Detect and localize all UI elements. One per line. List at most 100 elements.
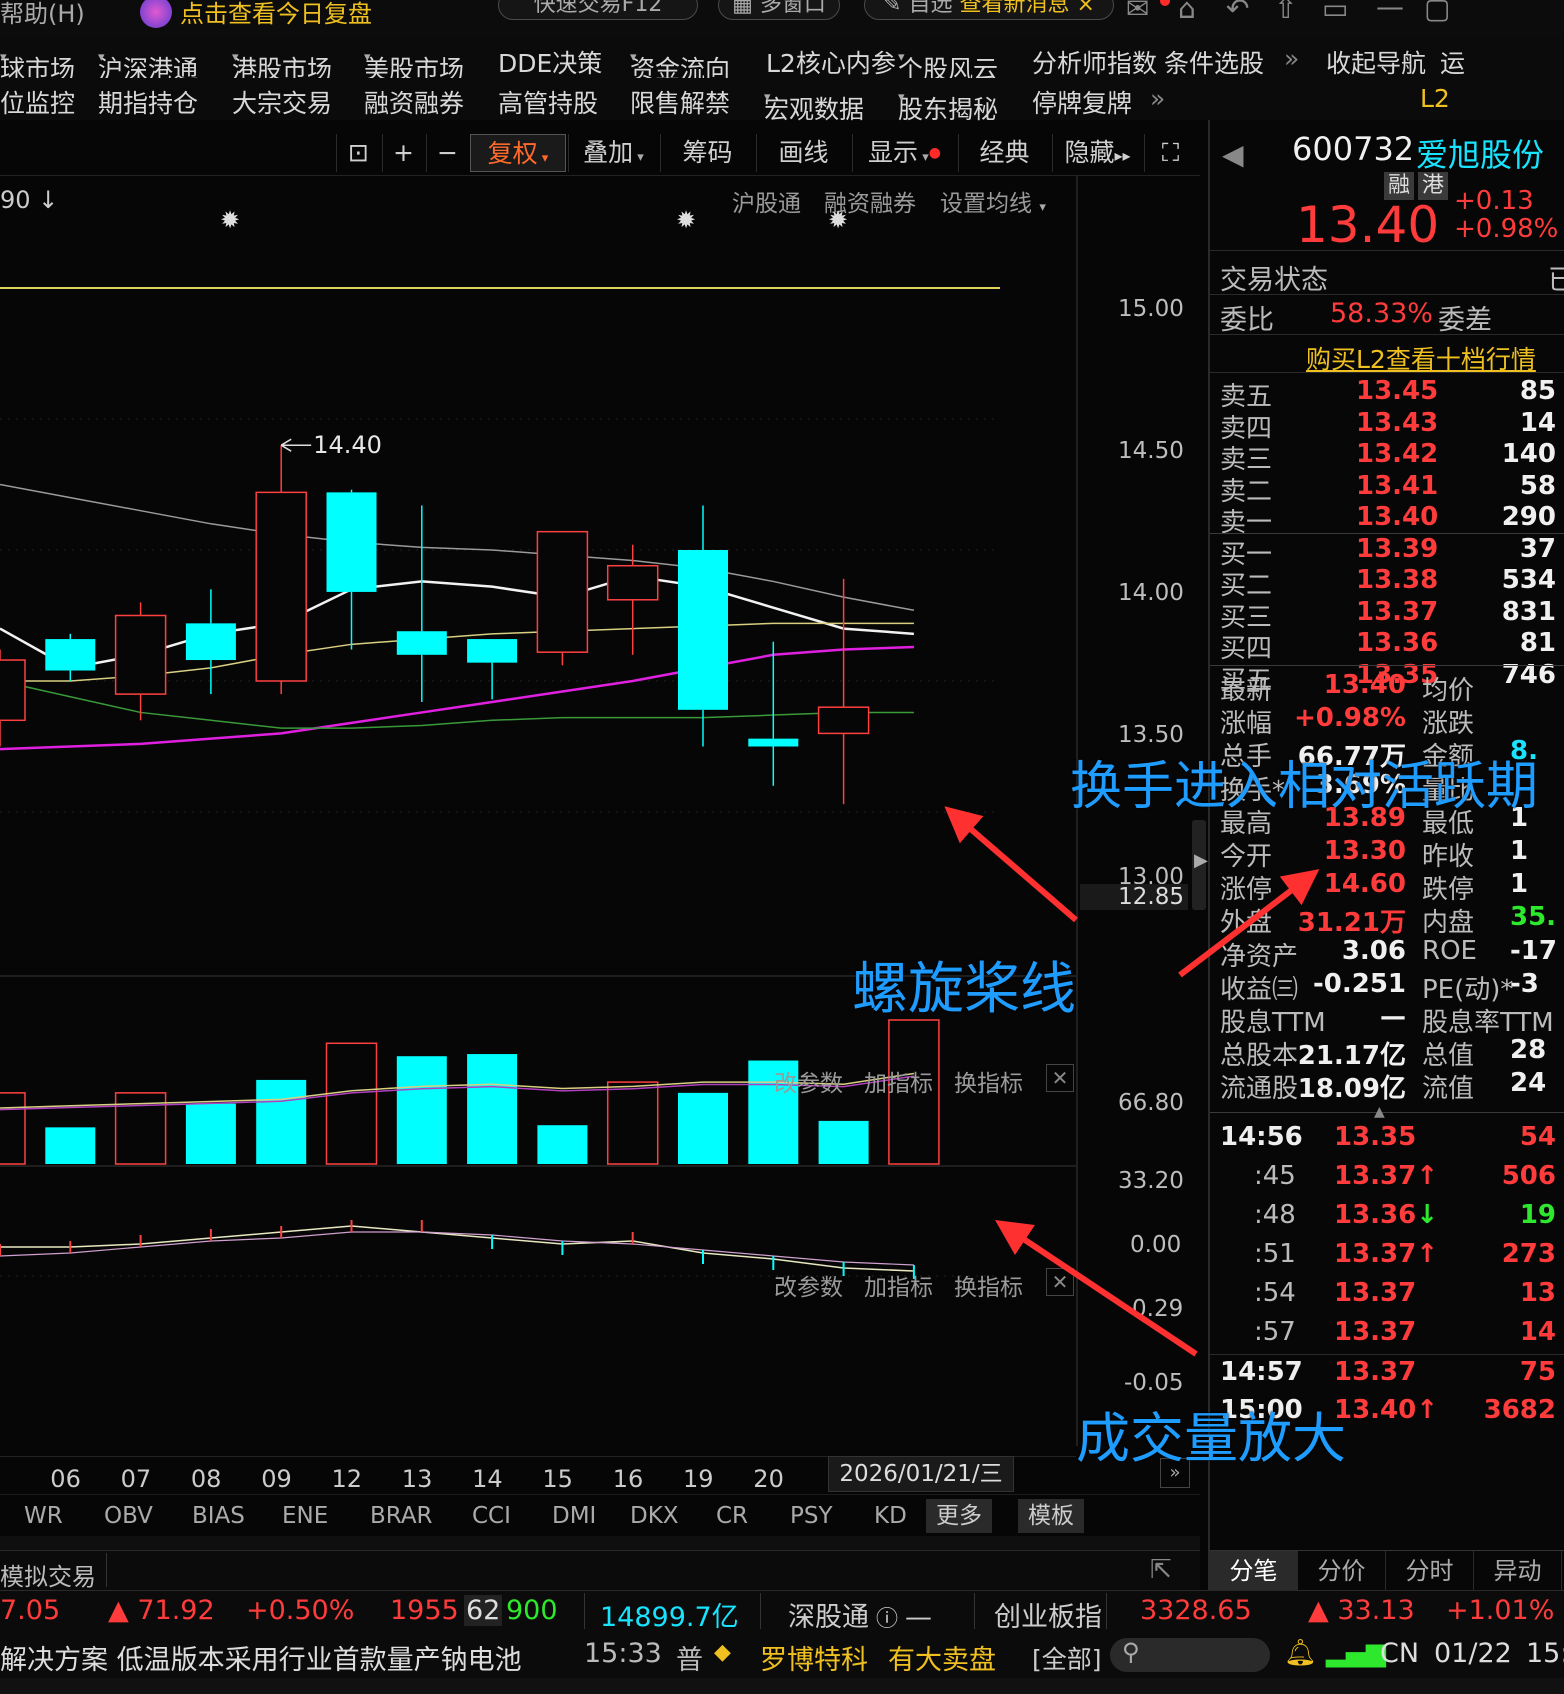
home-icon[interactable]: ⌂ [1178, 0, 1196, 25]
nav-item[interactable]: 条件选股 [1164, 44, 1264, 80]
indicator-tab[interactable]: OBV [104, 1503, 153, 1529]
nav-item[interactable]: L2 [1420, 84, 1450, 113]
vol-add-indicator[interactable]: 加指标 [864, 1064, 933, 1098]
divider [1210, 372, 1564, 373]
window-icon[interactable]: ▭ [1322, 0, 1348, 25]
close-icon[interactable]: × [1077, 0, 1095, 17]
nav-item[interactable]: 运 [1440, 44, 1465, 80]
candle-body [396, 631, 447, 655]
indicator-tab[interactable]: WR [24, 1503, 63, 1529]
quote-tab[interactable]: 异动 [1474, 1551, 1562, 1591]
grid-icon: ▦ [732, 0, 760, 17]
alert-stock[interactable]: 罗博特科 [760, 1638, 868, 1677]
unlock-icon[interactable]: ⊡ [336, 134, 380, 172]
ind-add-indicator[interactable]: 加指标 [864, 1268, 933, 1302]
nav-item[interactable]: 位监控 [0, 84, 75, 120]
zoom-out-icon[interactable]: − [426, 134, 468, 172]
indicator-tab[interactable]: DMI [552, 1503, 596, 1529]
bell-icon[interactable]: 🔔︎ [1284, 1638, 1317, 1668]
bid-row[interactable]: 买三 13.37 831 [1210, 597, 1564, 633]
bid-row[interactable]: 买二 13.38 534 [1210, 565, 1564, 601]
vol-close-icon[interactable]: ✕ [1046, 1064, 1074, 1092]
tick-price: 13.40↑ [1334, 1395, 1439, 1425]
maximize-icon[interactable]: ▢ [1424, 0, 1450, 25]
tick-volume: 19 [1519, 1200, 1556, 1230]
price-change-pct: +0.98% [1454, 214, 1559, 244]
quote-tab[interactable]: 分笔 [1210, 1551, 1298, 1591]
hide-button[interactable]: 隐藏▸▸ [1052, 134, 1142, 172]
cyb-label[interactable]: 创业板指 [994, 1595, 1102, 1634]
divider [1210, 1112, 1564, 1113]
quick-trade-button[interactable]: 快速交易F12 [498, 0, 698, 20]
fullscreen-icon[interactable]: ⛶ [1144, 134, 1196, 172]
indicator-tab[interactable]: DKX [630, 1503, 679, 1529]
l2-link[interactable]: 购买L2查看十档行情 [1306, 340, 1536, 376]
indicator-tab[interactable]: 模板 [1018, 1499, 1084, 1533]
quote-tab[interactable]: 分时 [1386, 1551, 1474, 1591]
tick-price: 13.37 [1334, 1278, 1417, 1308]
nav-item[interactable]: 大宗交易 [232, 84, 332, 120]
nav-more-icon[interactable]: » [1150, 84, 1165, 113]
nav-item[interactable]: 高管持股 [498, 84, 598, 120]
vol-change-params[interactable]: 改参数 [774, 1064, 843, 1098]
ind-change-params[interactable]: 改参数 [774, 1268, 843, 1302]
bid-row[interactable]: 买一 13.39 37 [1210, 534, 1564, 570]
mail-icon[interactable]: ✉ [1126, 0, 1149, 25]
bid-row[interactable]: 买四 13.36 81 [1210, 628, 1564, 664]
quote-tab[interactable]: 分价 [1298, 1551, 1386, 1591]
overlay-button[interactable]: 叠加 ▾ [568, 134, 658, 172]
collapse-nav-button[interactable]: 收起导航 [1326, 44, 1426, 80]
ask-row[interactable]: 卖三 13.42 140 [1210, 439, 1564, 475]
indicator-tab[interactable]: ENE [282, 1503, 328, 1529]
chips-button[interactable]: 筹码 [660, 134, 754, 172]
chevron-right-icon[interactable]: ▶ [1194, 850, 1208, 871]
ind-change-indicator[interactable]: 换指标 [954, 1268, 1023, 1302]
promo-link[interactable]: 点击查看今日复盘 [180, 0, 372, 29]
ask-row[interactable]: 卖五 13.45 85 [1210, 376, 1564, 412]
upload-icon[interactable]: ⇧ [1274, 0, 1297, 25]
ind-axis-label: 0.29 [1132, 1296, 1184, 1322]
top-bar: 帮助(H) 点击查看今日复盘 快速交易F12 ▦ 多窗口 ✎ 自选 查看新消息 … [0, 0, 1564, 40]
draw-line-button[interactable]: 画线 [756, 134, 850, 172]
ask-row[interactable]: 卖二 13.41 58 [1210, 471, 1564, 507]
sgt-label[interactable]: 深股通 ⓘ — [788, 1595, 932, 1634]
indicator-tab[interactable]: BIAS [192, 1503, 245, 1529]
zoom-in-icon[interactable]: + [382, 134, 424, 172]
display-button[interactable]: 显示 ▾● [852, 134, 956, 172]
news-button[interactable]: ✎ 自选 查看新消息 × [864, 0, 1114, 20]
nav-item[interactable]: 分析师指数 [1032, 44, 1157, 80]
indicator-tab[interactable]: 更多 [926, 1499, 992, 1533]
nav-item[interactable]: 停牌复牌 [1032, 84, 1132, 120]
scrollbar[interactable] [0, 1536, 1200, 1550]
multi-window-button[interactable]: ▦ 多窗口 [718, 0, 840, 20]
nav-item[interactable]: DDE决策 [498, 44, 602, 80]
help-icon[interactable]: ⓘ [869, 1607, 905, 1632]
nav-item[interactable]: 融资融券 [364, 84, 464, 120]
vol-change-indicator[interactable]: 换指标 [954, 1064, 1023, 1098]
fuquan-button[interactable]: 复权 ▾ [470, 134, 566, 172]
nav-more-icon[interactable]: » [1284, 44, 1299, 73]
nav-item[interactable]: 期指持仓 [98, 84, 198, 120]
ind-close-icon[interactable]: ✕ [1046, 1268, 1074, 1296]
level-volume: 85 [1519, 376, 1556, 406]
stat-label: 内盘 [1422, 908, 1475, 939]
ask-row[interactable]: 卖一 13.40 290 [1210, 502, 1564, 538]
nav-item[interactable]: 限售解禁 [630, 84, 730, 120]
panel-toggle-icon[interactable]: ⇱ [1150, 1555, 1172, 1585]
minimize-icon[interactable]: — [1376, 0, 1404, 23]
prev-stock-icon[interactable]: ◀ [1222, 138, 1244, 171]
alert-filter[interactable]: [全部] [1032, 1640, 1102, 1676]
indicator-tab[interactable]: PSY [790, 1503, 833, 1529]
indicator-tab[interactable]: CCI [472, 1503, 511, 1529]
indicator-tab[interactable]: BRAR [370, 1503, 433, 1529]
nav-item[interactable]: L2核心内参 [766, 44, 896, 80]
news-headline[interactable]: 解决方案 低温版本采用行业首款量产钠电池 [0, 1638, 522, 1677]
back-icon[interactable]: ↶ [1226, 0, 1249, 25]
help-menu[interactable]: 帮助(H) [0, 0, 85, 29]
classic-button[interactable]: 经典 [958, 134, 1050, 172]
sim-trade-label[interactable]: 模拟交易 [0, 1557, 96, 1592]
indicator-tab[interactable]: CR [716, 1503, 748, 1529]
indicator-tab[interactable]: KD [874, 1503, 907, 1529]
ask-row[interactable]: 卖四 13.43 14 [1210, 408, 1564, 444]
candlestick-chart[interactable]: ✹ ✹ ✹ 14.40 [0, 176, 1080, 1456]
